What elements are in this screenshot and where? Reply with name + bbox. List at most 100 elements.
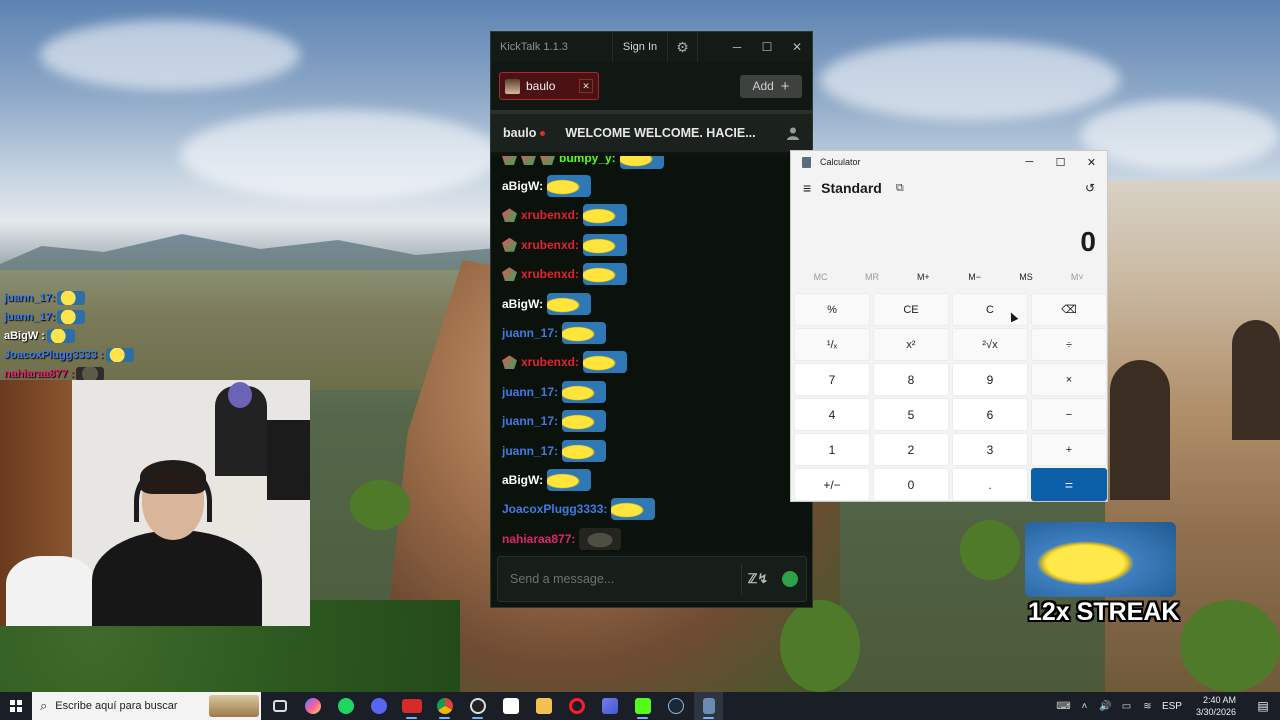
bridge-arch <box>1110 360 1170 500</box>
language-indicator[interactable]: ESP <box>1162 701 1182 712</box>
translate-icon[interactable]: ℤ↯ <box>742 563 774 595</box>
memory-button[interactable]: MS <box>1000 272 1051 282</box>
memory-button[interactable]: M˅ <box>1052 272 1103 282</box>
start-button[interactable] <box>0 692 32 720</box>
calc-key[interactable]: 0 <box>873 468 949 501</box>
keep-on-top-icon[interactable]: ⧉ <box>896 182 1085 195</box>
chat-username[interactable]: juann_17: <box>502 385 558 399</box>
message-input[interactable]: Send a message... ℤ↯ <box>497 556 807 602</box>
calc-key[interactable]: 2 <box>873 433 949 466</box>
task-view-button[interactable] <box>265 692 294 720</box>
volume-icon[interactable]: 🔊 <box>1099 701 1112 712</box>
calc-key[interactable]: 7 <box>794 363 870 396</box>
capcut-icon <box>502 698 519 714</box>
history-icon[interactable]: ↺ <box>1085 181 1095 195</box>
taskbar-search[interactable]: ⌕ Escribe aquí para buscar <box>32 692 261 720</box>
notification-icon[interactable]: ▤ <box>1252 696 1274 716</box>
user-icon[interactable] <box>786 126 800 140</box>
calc-key[interactable]: CE <box>873 293 949 326</box>
emote-icon <box>579 527 622 550</box>
taskbar-app-obs[interactable] <box>463 692 492 720</box>
chat-username[interactable]: bumpy_y: <box>559 156 616 165</box>
chat-username[interactable]: xrubenxd: <box>521 355 579 369</box>
calc-key[interactable]: 6 <box>952 398 1028 431</box>
chat-message: juann_17: <box>502 321 607 345</box>
taskbar-app-store[interactable] <box>595 692 624 720</box>
chat-username[interactable]: xrubenxd: <box>521 267 579 281</box>
clock[interactable]: 2:40 AM 3/30/2026 <box>1196 694 1236 718</box>
calc-key[interactable]: % <box>794 293 870 326</box>
taskbar-app-kick[interactable] <box>628 692 657 720</box>
chat-message: xrubenxd: <box>502 262 628 286</box>
chat-username[interactable]: aBigW: <box>502 179 543 193</box>
memory-button[interactable]: M− <box>949 272 1000 282</box>
wifi-icon[interactable]: ≋ <box>1141 701 1154 712</box>
memory-button[interactable]: MR <box>846 272 897 282</box>
chat-username[interactable]: xrubenxd: <box>521 208 579 222</box>
calc-key[interactable]: 4 <box>794 398 870 431</box>
network-icon[interactable]: ▭ <box>1120 701 1133 712</box>
emote-icon <box>562 439 607 462</box>
minimize-button[interactable]: ─ <box>1014 151 1045 173</box>
tab-baulo[interactable]: baulo ✕ <box>499 72 599 100</box>
taskbar-app-calculator[interactable] <box>694 692 723 720</box>
taskbar-app-discord[interactable] <box>364 692 393 720</box>
stream-title: WELCOME WELCOME. HACIE... <box>565 126 756 140</box>
taskbar-app-obs-live[interactable] <box>397 692 426 720</box>
calc-key[interactable]: ²√x <box>952 328 1028 361</box>
calculator-titlebar[interactable]: Calculator ─ ☐ ✕ <box>791 151 1107 173</box>
taskbar-app-capcut[interactable] <box>496 692 525 720</box>
maximize-button[interactable]: ☐ <box>1045 151 1076 173</box>
chat-messages[interactable]: bumpy_y: aBigW: xrubenxd: xrubenxd: xrubenx… <box>491 156 812 552</box>
kicktalk-titlebar[interactable]: KickTalk 1.1.3 Sign In ⚙ ─ ☐ ✕ <box>491 32 812 62</box>
chat-username[interactable]: JoacoxPlugg3333: <box>502 502 607 516</box>
clock-time: 2:40 AM <box>1202 695 1236 705</box>
sign-in-button[interactable]: Sign In <box>612 32 668 62</box>
calc-key[interactable]: + <box>1031 433 1107 466</box>
search-placeholder[interactable]: Escribe aquí para buscar <box>55 700 177 712</box>
calc-key[interactable]: ¹/ₓ <box>794 328 870 361</box>
chevron-up-icon[interactable]: ˄ <box>1078 701 1091 712</box>
close-button[interactable]: ✕ <box>782 32 812 62</box>
hamburger-menu-icon[interactable]: ≡ <box>803 180 811 196</box>
chat-username[interactable]: juann_17: <box>502 414 558 428</box>
taskbar-app-copilot[interactable] <box>298 692 327 720</box>
calc-key[interactable]: . <box>952 468 1028 501</box>
emote-icon <box>105 347 134 362</box>
minimize-button[interactable]: ─ <box>722 32 752 62</box>
calc-key[interactable]: ⌫ <box>1031 293 1107 326</box>
chat-username[interactable]: nahiaraa877: <box>502 532 575 546</box>
chat-username[interactable]: juann_17: <box>502 326 558 340</box>
calc-key[interactable]: 3 <box>952 433 1028 466</box>
calc-key[interactable]: ÷ <box>1031 328 1107 361</box>
close-button[interactable]: ✕ <box>1076 151 1107 173</box>
calc-key[interactable]: +/− <box>794 468 870 501</box>
maximize-button[interactable]: ☐ <box>752 32 782 62</box>
taskbar-app-file-explorer[interactable] <box>529 692 558 720</box>
calc-key[interactable]: × <box>1031 363 1107 396</box>
calc-key[interactable]: = <box>1031 468 1107 501</box>
calc-key[interactable]: 9 <box>952 363 1028 396</box>
gear-icon[interactable]: ⚙ <box>668 32 698 62</box>
taskbar-app-opera[interactable] <box>562 692 591 720</box>
keyboard-icon[interactable]: ⌨ <box>1056 701 1070 712</box>
chat-username[interactable]: aBigW: <box>502 473 543 487</box>
taskbar-app-spotify[interactable] <box>331 692 360 720</box>
calc-key[interactable]: − <box>1031 398 1107 431</box>
close-icon[interactable]: ✕ <box>579 79 593 93</box>
calc-key[interactable]: 1 <box>794 433 870 466</box>
chat-username[interactable]: aBigW: <box>502 297 543 311</box>
chat-username[interactable]: xrubenxd: <box>521 238 579 252</box>
message-input-placeholder[interactable]: Send a message... <box>510 572 741 586</box>
add-chatroom-button[interactable]: Add + <box>740 74 802 98</box>
taskbar-app-chrome[interactable] <box>430 692 459 720</box>
chat-username[interactable]: juann_17: <box>502 444 558 458</box>
memory-button[interactable]: MC <box>795 272 846 282</box>
calc-key[interactable]: 5 <box>873 398 949 431</box>
calc-key[interactable]: x² <box>873 328 949 361</box>
emote-picker-button[interactable] <box>774 563 806 595</box>
calc-key[interactable]: 8 <box>873 363 949 396</box>
memory-button[interactable]: M+ <box>898 272 949 282</box>
taskbar-app-steam[interactable] <box>661 692 690 720</box>
streamer-name[interactable]: baulo <box>503 126 536 140</box>
